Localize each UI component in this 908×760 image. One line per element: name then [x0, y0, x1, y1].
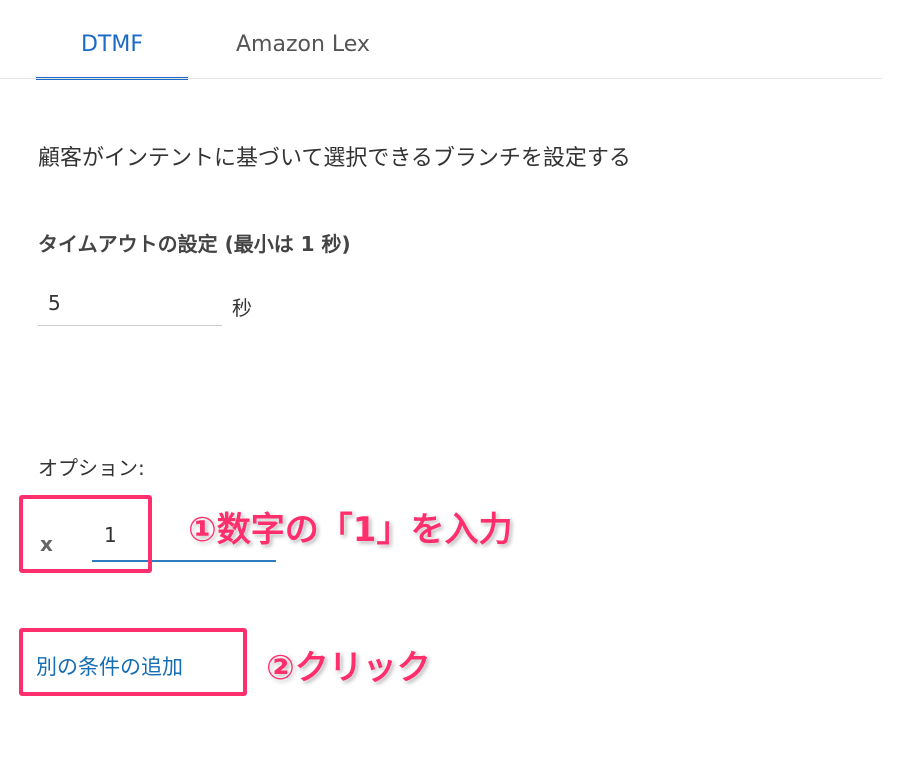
annotation-step1: ①数字の「1」を入力 [188, 510, 513, 550]
timeout-unit: 秒 [232, 296, 252, 320]
timeout-label: タイムアウトの設定 (最小は 1 秒) [38, 232, 351, 256]
tab-amazon-lex[interactable]: Amazon Lex [236, 32, 370, 80]
highlight-box-link [19, 628, 247, 696]
description: 顧客がインテントに基づいて選択できるブランチを設定する [38, 146, 631, 171]
tab-dtmf[interactable]: DTMF [36, 32, 188, 80]
annotation-step2: ②クリック [266, 648, 431, 688]
options-label: オプション: [38, 456, 145, 480]
tab-divider [0, 78, 882, 79]
timeout-input[interactable] [38, 280, 222, 326]
highlight-box-input [19, 495, 152, 573]
